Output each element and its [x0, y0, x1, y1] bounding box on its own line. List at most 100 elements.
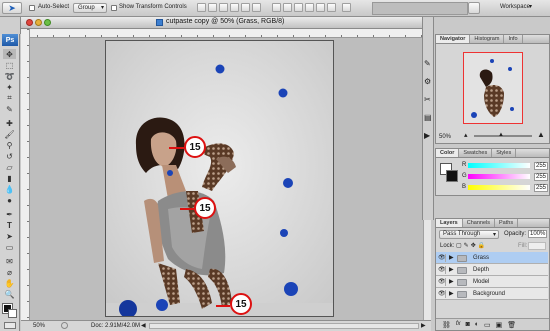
- layer-row[interactable]: 👁 ▶ Depth: [436, 264, 548, 276]
- auto-select-checkbox[interactable]: [29, 5, 35, 11]
- fill-value[interactable]: [528, 242, 546, 250]
- channel-g-value[interactable]: 255: [534, 173, 549, 181]
- minimize-button[interactable]: [35, 19, 42, 26]
- magic-wand-icon[interactable]: ✦: [3, 82, 16, 92]
- tab-styles[interactable]: Styles: [492, 149, 517, 157]
- background-color-swatch[interactable]: [8, 309, 17, 318]
- type-tool-icon[interactable]: T: [3, 220, 16, 230]
- align-top-icon[interactable]: [197, 3, 206, 12]
- history-panel-icon[interactable]: ▤: [424, 113, 434, 123]
- channel-b-slider[interactable]: [468, 185, 530, 190]
- pen-tool-icon[interactable]: ✒: [3, 209, 16, 219]
- channel-b-value[interactable]: 255: [534, 184, 549, 192]
- tool-presets-icon[interactable]: ⚙: [424, 77, 434, 87]
- quick-mask-icon[interactable]: [4, 322, 16, 329]
- distribute-bottom-icon[interactable]: [294, 3, 303, 12]
- navigator-zoom-value[interactable]: 50%: [439, 134, 451, 140]
- align-left-icon[interactable]: [230, 3, 239, 12]
- expand-triangle-icon[interactable]: ▶: [449, 278, 454, 285]
- mask-icon[interactable]: ◙: [466, 321, 470, 328]
- tab-histogram[interactable]: Histogram: [470, 35, 505, 43]
- zoom-out-icon[interactable]: ▴: [464, 131, 468, 139]
- scroll-right-arrow[interactable]: ▶: [421, 322, 426, 329]
- show-transform-checkbox[interactable]: [111, 5, 117, 11]
- channel-r-value[interactable]: 255: [534, 162, 549, 170]
- new-group-icon[interactable]: ▭: [484, 321, 491, 329]
- horizontal-scrollbar[interactable]: [149, 323, 419, 329]
- align-right-icon[interactable]: [252, 3, 261, 12]
- color-bg-swatch[interactable]: [446, 170, 458, 182]
- layer-row[interactable]: 👁 ▶ Background: [436, 288, 548, 300]
- eyedropper-sample-icon[interactable]: ⌀: [3, 267, 16, 277]
- adjustment-icon[interactable]: ◐: [475, 321, 479, 328]
- brushes-panel-icon[interactable]: ✎: [424, 59, 434, 69]
- align-vcenter-icon[interactable]: [208, 3, 217, 12]
- expand-triangle-icon[interactable]: ▶: [449, 290, 454, 297]
- zoom-slider-thumb[interactable]: ▲: [498, 132, 504, 138]
- new-layer-icon[interactable]: ▣: [496, 321, 503, 329]
- trash-icon[interactable]: 🗑: [507, 321, 516, 329]
- marquee-tool-icon[interactable]: ⬚: [3, 60, 16, 70]
- expand-triangle-icon[interactable]: ▶: [449, 254, 454, 261]
- close-button[interactable]: [26, 19, 33, 26]
- path-selection-icon[interactable]: ➤: [3, 231, 16, 241]
- tab-swatches[interactable]: Swatches: [459, 149, 493, 157]
- workspace-label[interactable]: Workspace: [500, 4, 530, 10]
- actions-panel-icon[interactable]: ▶: [424, 131, 434, 141]
- zoom-in-icon[interactable]: ▲: [537, 130, 545, 139]
- navigator-thumbnail[interactable]: [463, 52, 523, 124]
- eye-icon[interactable]: 👁: [438, 254, 446, 262]
- blur-tool-icon[interactable]: 💧: [3, 184, 16, 194]
- align-bottom-icon[interactable]: [219, 3, 228, 12]
- lasso-tool-icon[interactable]: ➰: [3, 71, 16, 81]
- distribute-right-icon[interactable]: [327, 3, 336, 12]
- channel-r-slider[interactable]: [468, 163, 530, 168]
- photoshop-logo[interactable]: Ps: [2, 34, 18, 46]
- layer-comps-icon[interactable]: ✂: [424, 95, 434, 105]
- move-tool-preset-button[interactable]: ➤: [2, 2, 22, 14]
- zoom-button[interactable]: [44, 19, 51, 26]
- layer-row[interactable]: 👁 ▶ Grass: [436, 252, 548, 264]
- tab-navigator[interactable]: Navigator: [436, 35, 471, 43]
- distribute-top-icon[interactable]: [272, 3, 281, 12]
- dodge-tool-icon[interactable]: ●: [3, 195, 16, 205]
- zoom-tool-icon[interactable]: 🔍: [3, 289, 16, 299]
- brush-tool-icon[interactable]: 🖌: [3, 129, 16, 139]
- hand-tool-icon[interactable]: ✋: [3, 278, 16, 288]
- link-layers-icon[interactable]: ⛓: [442, 321, 451, 329]
- eyedropper-icon[interactable]: ✎: [3, 104, 16, 114]
- distribute-hcenter-icon[interactable]: [316, 3, 325, 12]
- notes-tool-icon[interactable]: ✉: [3, 256, 16, 266]
- distribute-vcenter-icon[interactable]: [283, 3, 292, 12]
- eye-icon[interactable]: 👁: [438, 266, 446, 274]
- auto-select-dropdown[interactable]: Group ▾: [73, 3, 107, 13]
- distribute-left-icon[interactable]: [305, 3, 314, 12]
- tab-color[interactable]: Color: [436, 149, 460, 157]
- lock-icons[interactable]: ▢✎✥🔒: [456, 242, 487, 249]
- opacity-value[interactable]: 100%: [528, 230, 548, 238]
- tab-layers[interactable]: Layers: [436, 219, 463, 227]
- healing-brush-icon[interactable]: ✚: [3, 118, 16, 128]
- crop-tool-icon[interactable]: ⌗: [3, 93, 16, 103]
- tab-paths[interactable]: Paths: [495, 219, 519, 227]
- move-tool-icon[interactable]: ✥: [3, 49, 16, 59]
- history-brush-icon[interactable]: ↺: [3, 151, 16, 161]
- tab-info[interactable]: Info: [504, 35, 523, 43]
- gradient-tool-icon[interactable]: ▮: [3, 173, 16, 183]
- auto-align-icon[interactable]: [342, 3, 351, 12]
- blend-mode-dropdown[interactable]: Pass Through ▾: [439, 230, 499, 239]
- channel-g-slider[interactable]: [468, 174, 530, 179]
- tab-channels[interactable]: Channels: [463, 219, 495, 227]
- status-menu-icon[interactable]: [61, 322, 68, 329]
- image-canvas[interactable]: 15 15 15: [105, 40, 334, 317]
- eye-icon[interactable]: 👁: [438, 278, 446, 286]
- eye-icon[interactable]: 👁: [438, 290, 446, 298]
- clone-stamp-icon[interactable]: ⚲: [3, 140, 16, 150]
- shape-tool-icon[interactable]: ▭: [3, 242, 16, 252]
- scroll-left-arrow[interactable]: ◀: [141, 322, 146, 329]
- bridge-button[interactable]: [468, 2, 480, 14]
- fx-icon[interactable]: fx: [456, 321, 461, 328]
- layer-row[interactable]: 👁 ▶ Model: [436, 276, 548, 288]
- zoom-readout[interactable]: 50%: [33, 323, 45, 329]
- eraser-tool-icon[interactable]: ▱: [3, 162, 16, 172]
